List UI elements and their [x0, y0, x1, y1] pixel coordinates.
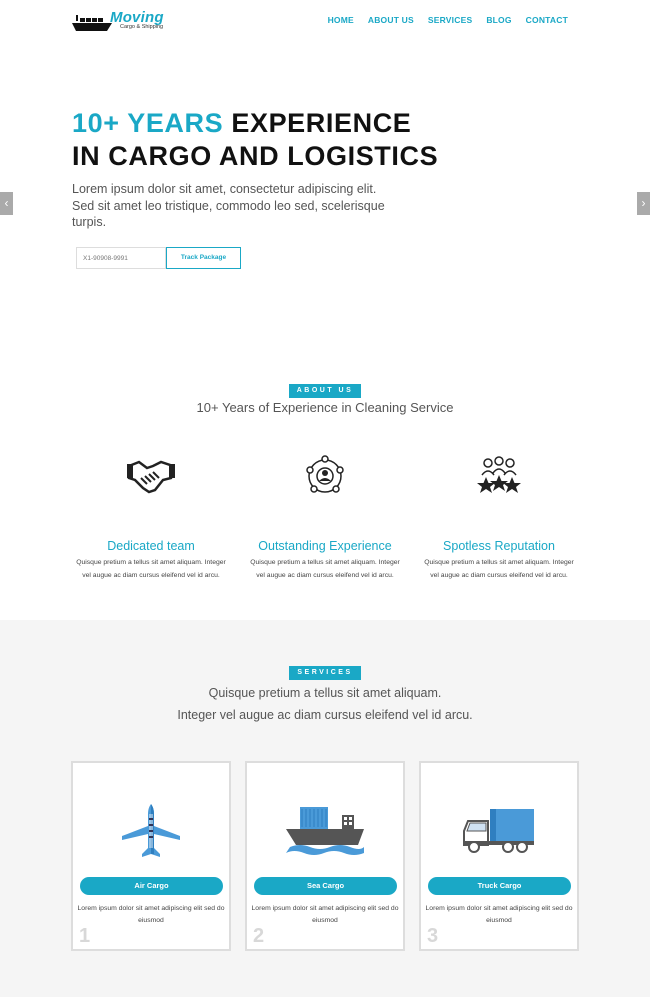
sea-cargo-button[interactable]: Sea Cargo: [254, 877, 397, 895]
service-card-text: Lorem ipsum dolor sit amet adipiscing el…: [77, 905, 225, 924]
brand-tagline: Cargo & Shipping: [120, 24, 164, 30]
nav-blog[interactable]: BLOG: [486, 15, 511, 25]
brand-logo[interactable]: Moving Cargo & Shipping: [72, 9, 167, 33]
service-card-number: 3: [427, 925, 439, 947]
service-card-number: 1: [79, 925, 91, 947]
feature-text: Quisque pretium a tellus sit amet aliqua…: [76, 559, 226, 579]
about-us-badge: ABOUT US: [289, 384, 361, 398]
feature-text: Quisque pretium a tellus sit amet aliqua…: [250, 559, 400, 579]
tracking-number-input[interactable]: [76, 247, 166, 269]
service-card-number: 2: [253, 925, 265, 947]
site-header: Moving Cargo & Shipping HOME ABOUT US SE…: [0, 0, 650, 44]
track-package-button[interactable]: Track Package: [166, 247, 241, 269]
feature-outstanding-experience: Outstanding Experience Quisque pretium a…: [245, 453, 405, 582]
about-subtitle: 10+ Years of Experience in Cleaning Serv…: [196, 400, 454, 415]
truck-cargo-button[interactable]: Truck Cargo: [428, 877, 571, 895]
hero-title-accent: 10+ YEARS: [72, 108, 224, 138]
service-card-sea-cargo[interactable]: Sea Cargo Lorem ipsum dolor sit amet adi…: [245, 761, 405, 951]
cargo-ship-icon: [247, 801, 403, 861]
nav-home[interactable]: HOME: [328, 15, 354, 25]
hero-title-line2: IN CARGO AND LOGISTICS: [72, 141, 439, 171]
nav-contact[interactable]: CONTACT: [526, 15, 568, 25]
services-intro-line1: Quisque pretium a tellus sit amet aliqua…: [208, 686, 442, 700]
services-intro: Quisque pretium a tellus sit amet aliqua…: [0, 682, 650, 726]
feature-spotless-reputation: Spotless Reputation Quisque pretium a te…: [419, 453, 579, 582]
feature-title: Dedicated team: [107, 539, 195, 553]
services-badge: SERVICES: [289, 666, 361, 680]
team-stars-icon: [419, 453, 579, 499]
truck-icon: [421, 801, 577, 861]
service-card-text: Lorem ipsum dolor sit amet adipiscing el…: [425, 905, 573, 924]
feature-title: Spotless Reputation: [443, 539, 555, 553]
nav-services[interactable]: SERVICES: [428, 15, 472, 25]
nav-about-us[interactable]: ABOUT US: [368, 15, 414, 25]
ship-logo-icon: [72, 15, 112, 31]
hero-title-rest: EXPERIENCE: [231, 108, 412, 138]
handshake-icon: [71, 453, 231, 499]
slider-prev-arrow[interactable]: ‹: [0, 192, 13, 215]
feature-text: Quisque pretium a tellus sit amet aliqua…: [424, 559, 574, 579]
slider-next-arrow[interactable]: ›: [637, 192, 650, 215]
main-nav: HOME ABOUT US SERVICES BLOG CONTACT: [328, 15, 568, 25]
service-card-text: Lorem ipsum dolor sit amet adipiscing el…: [251, 905, 399, 924]
services-intro-line2: Integer vel augue ac diam cursus eleifen…: [177, 708, 473, 722]
air-cargo-button[interactable]: Air Cargo: [80, 877, 223, 895]
airplane-icon: [73, 801, 229, 861]
network-icon: [245, 453, 405, 499]
hero-text: Lorem ipsum dolor sit amet, consectetur …: [72, 182, 385, 229]
hero-title: 10+ YEARS EXPERIENCE IN CARGO AND LOGIST…: [72, 107, 438, 173]
service-card-air-cargo[interactable]: Air Cargo Lorem ipsum dolor sit amet adi…: [71, 761, 231, 951]
service-card-truck-cargo[interactable]: Truck Cargo Lorem ipsum dolor sit amet a…: [419, 761, 579, 951]
feature-dedicated-team: Dedicated team Quisque pretium a tellus …: [71, 453, 231, 582]
feature-title: Outstanding Experience: [258, 539, 392, 553]
